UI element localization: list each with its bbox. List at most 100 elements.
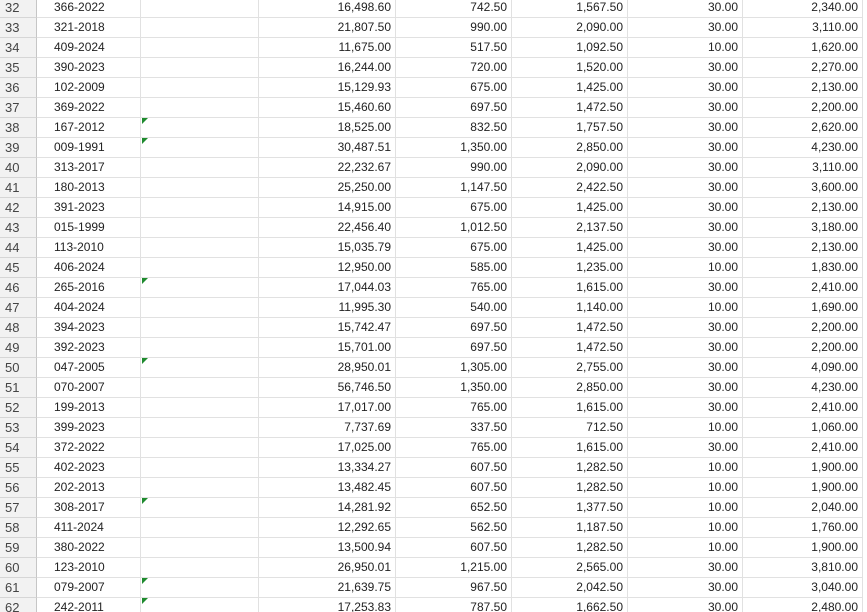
cell-value[interactable]: 17,253.83 [259, 598, 396, 612]
cell-empty[interactable] [141, 38, 259, 58]
cell-value[interactable]: 13,334.27 [259, 458, 396, 478]
cell-value[interactable]: 2,410.00 [743, 438, 863, 458]
cell-value[interactable]: 30.00 [628, 198, 743, 218]
cell-value[interactable]: 30.00 [628, 98, 743, 118]
cell-empty[interactable] [141, 378, 259, 398]
row-header[interactable]: 36 [0, 78, 37, 98]
cell-id[interactable]: 411-2024 [37, 518, 141, 538]
cell-value[interactable]: 2,340.00 [743, 0, 863, 18]
cell-value[interactable]: 17,044.03 [259, 278, 396, 298]
cell-value[interactable]: 30.00 [628, 0, 743, 18]
cell-empty[interactable] [141, 298, 259, 318]
cell-value[interactable]: 1,830.00 [743, 258, 863, 278]
cell-id[interactable]: 402-2023 [37, 458, 141, 478]
cell-id[interactable]: 391-2023 [37, 198, 141, 218]
cell-id[interactable]: 167-2012 [37, 118, 141, 138]
cell-id[interactable]: 202-2013 [37, 478, 141, 498]
row-header[interactable]: 47 [0, 298, 37, 318]
cell-value[interactable]: 2,200.00 [743, 318, 863, 338]
cell-empty[interactable] [141, 258, 259, 278]
cell-value[interactable]: 675.00 [396, 238, 512, 258]
cell-id[interactable]: 380-2022 [37, 538, 141, 558]
cell-value[interactable]: 1,472.50 [512, 98, 628, 118]
cell-id[interactable]: 394-2023 [37, 318, 141, 338]
cell-value[interactable]: 10.00 [628, 458, 743, 478]
cell-value[interactable]: 1,187.50 [512, 518, 628, 538]
cell-value[interactable]: 30.00 [628, 578, 743, 598]
cell-value[interactable]: 3,600.00 [743, 178, 863, 198]
cell-value[interactable]: 1,900.00 [743, 478, 863, 498]
row-header[interactable]: 38 [0, 118, 37, 138]
cell-empty[interactable] [141, 238, 259, 258]
cell-value[interactable]: 3,110.00 [743, 158, 863, 178]
cell-value[interactable]: 2,850.00 [512, 378, 628, 398]
cell-value[interactable]: 2,130.00 [743, 238, 863, 258]
cell-value[interactable]: 30.00 [628, 18, 743, 38]
cell-id[interactable]: 242-2011 [37, 598, 141, 612]
cell-value[interactable]: 30.00 [628, 78, 743, 98]
cell-value[interactable]: 21,807.50 [259, 18, 396, 38]
cell-value[interactable]: 2,200.00 [743, 338, 863, 358]
cell-value[interactable]: 4,230.00 [743, 138, 863, 158]
cell-value[interactable]: 2,270.00 [743, 58, 863, 78]
cell-value[interactable]: 765.00 [396, 278, 512, 298]
cell-value[interactable]: 1,215.00 [396, 558, 512, 578]
cell-id[interactable]: 123-2010 [37, 558, 141, 578]
cell-empty[interactable] [141, 538, 259, 558]
row-header[interactable]: 45 [0, 258, 37, 278]
cell-value[interactable]: 3,810.00 [743, 558, 863, 578]
cell-value[interactable]: 16,498.60 [259, 0, 396, 18]
row-header[interactable]: 59 [0, 538, 37, 558]
cell-value[interactable]: 1,472.50 [512, 318, 628, 338]
cell-value[interactable]: 10.00 [628, 498, 743, 518]
cell-id[interactable]: 102-2009 [37, 78, 141, 98]
cell-value[interactable]: 1,520.00 [512, 58, 628, 78]
cell-value[interactable]: 15,460.60 [259, 98, 396, 118]
cell-value[interactable]: 3,040.00 [743, 578, 863, 598]
cell-value[interactable]: 4,090.00 [743, 358, 863, 378]
cell-value[interactable]: 540.00 [396, 298, 512, 318]
cell-value[interactable]: 765.00 [396, 438, 512, 458]
cell-value[interactable]: 765.00 [396, 398, 512, 418]
cell-value[interactable]: 14,281.92 [259, 498, 396, 518]
cell-value[interactable]: 2,480.00 [743, 598, 863, 612]
cell-value[interactable]: 30.00 [628, 118, 743, 138]
cell-value[interactable]: 1,282.50 [512, 478, 628, 498]
cell-empty[interactable] [141, 398, 259, 418]
row-header[interactable]: 42 [0, 198, 37, 218]
cell-id[interactable]: 390-2023 [37, 58, 141, 78]
cell-empty[interactable] [141, 178, 259, 198]
cell-value[interactable]: 2,410.00 [743, 278, 863, 298]
cell-empty[interactable] [141, 58, 259, 78]
cell-value[interactable]: 2,410.00 [743, 398, 863, 418]
cell-value[interactable]: 787.50 [396, 598, 512, 612]
row-header[interactable]: 33 [0, 18, 37, 38]
cell-empty[interactable] [141, 138, 259, 158]
cell-value[interactable]: 30.00 [628, 238, 743, 258]
cell-value[interactable]: 1,425.00 [512, 238, 628, 258]
cell-id[interactable]: 321-2018 [37, 18, 141, 38]
row-header[interactable]: 55 [0, 458, 37, 478]
cell-value[interactable]: 517.50 [396, 38, 512, 58]
cell-empty[interactable] [141, 198, 259, 218]
row-header[interactable]: 52 [0, 398, 37, 418]
cell-value[interactable]: 1,425.00 [512, 198, 628, 218]
row-header[interactable]: 40 [0, 158, 37, 178]
cell-id[interactable]: 404-2024 [37, 298, 141, 318]
cell-value[interactable]: 337.50 [396, 418, 512, 438]
cell-value[interactable]: 697.50 [396, 338, 512, 358]
cell-value[interactable]: 1,900.00 [743, 458, 863, 478]
row-header[interactable]: 35 [0, 58, 37, 78]
cell-value[interactable]: 2,130.00 [743, 78, 863, 98]
cell-value[interactable]: 30.00 [628, 338, 743, 358]
cell-empty[interactable] [141, 598, 259, 612]
cell-id[interactable]: 199-2013 [37, 398, 141, 418]
row-header[interactable]: 32 [0, 0, 37, 18]
cell-value[interactable]: 3,110.00 [743, 18, 863, 38]
cell-value[interactable]: 10.00 [628, 538, 743, 558]
cell-value[interactable]: 15,742.47 [259, 318, 396, 338]
cell-empty[interactable] [141, 418, 259, 438]
cell-empty[interactable] [141, 318, 259, 338]
cell-value[interactable]: 30.00 [628, 398, 743, 418]
cell-value[interactable]: 21,639.75 [259, 578, 396, 598]
